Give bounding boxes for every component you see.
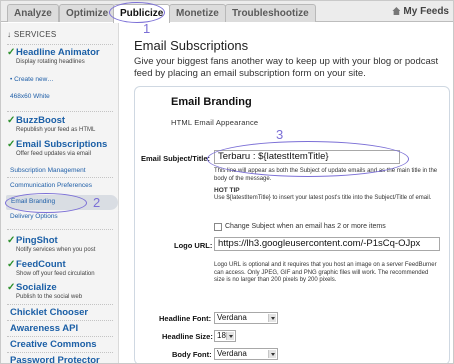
- sidebar-item-awareness-api[interactable]: Awareness API: [10, 323, 78, 334]
- headline-font-select[interactable]: Verdana: [214, 312, 278, 324]
- body-font-label: Body Font:: [172, 350, 212, 359]
- tab-optimize[interactable]: Optimize: [59, 4, 116, 22]
- check-icon: ✓: [7, 235, 16, 246]
- my-feeds-label: My Feeds: [403, 6, 449, 17]
- home-icon: [392, 7, 401, 15]
- annotation-number: 3: [276, 127, 284, 142]
- chevron-down-icon: [268, 314, 276, 322]
- body-font-value: Verdana: [217, 349, 247, 358]
- sidebar-item-sub: Offer feed updates via email: [16, 151, 91, 157]
- sidebar-item-title: Email Subscriptions: [16, 139, 108, 150]
- check-icon: ✓: [7, 259, 16, 270]
- chevron-down-icon: [268, 350, 276, 358]
- sidebar-item-title: BuzzBoost: [16, 115, 66, 126]
- sidebar-item-sub: Notify services when you post: [16, 247, 96, 253]
- size-468-link[interactable]: 468x60 White: [10, 93, 50, 100]
- logo-url-input[interactable]: https://lh3.googleusercontent.com/-P1sCq…: [214, 237, 440, 251]
- annotation-ellipse-publicize: [109, 2, 165, 23]
- intro-text: Give your biggest fans another way to ke…: [134, 56, 439, 79]
- hot-tip-label: HOT TIP: [214, 187, 240, 194]
- communication-preferences-link[interactable]: Communication Preferences: [10, 182, 92, 189]
- annotation-ellipse-subject: [207, 141, 409, 177]
- page-title: Email Subscriptions: [134, 38, 249, 53]
- check-icon: ✓: [7, 115, 16, 126]
- create-new-link[interactable]: • Create new…: [10, 76, 54, 83]
- logo-url-help: Logo URL is optional and it requires tha…: [214, 262, 437, 283]
- sidebar-item-title: PingShot: [16, 235, 58, 246]
- divider: [7, 229, 113, 230]
- my-feeds-link[interactable]: My Feeds: [392, 6, 449, 17]
- sidebar-item-chicklet-chooser[interactable]: Chicklet Chooser: [10, 307, 88, 318]
- check-icon: ✓: [7, 282, 16, 293]
- subscription-management-link[interactable]: Subscription Management: [10, 167, 86, 174]
- delivery-options-link[interactable]: Delivery Options: [10, 213, 58, 220]
- tab-bar: Analyze Optimize Publicize Monetize Trou…: [1, 1, 453, 23]
- logo-url-label: Logo URL:: [174, 241, 213, 250]
- divider: [7, 304, 113, 305]
- body-font-select[interactable]: Verdana: [214, 348, 278, 360]
- sidebar-item-title: Headline Animator: [16, 47, 100, 58]
- change-subject-checkbox[interactable]: [214, 223, 222, 231]
- change-subject-label: Change Subject when an email has 2 or mo…: [225, 223, 386, 230]
- annotation-number: 1: [143, 21, 151, 36]
- sidebar-item-creative-commons[interactable]: Creative Commons: [10, 339, 97, 350]
- divider: [7, 336, 113, 337]
- divider: [7, 177, 113, 178]
- sidebar-item-sub: Republish your feed as HTML: [16, 127, 96, 133]
- tab-monetize[interactable]: Monetize: [169, 4, 226, 22]
- headline-size-value: 18: [217, 331, 226, 340]
- headline-size-label: Headline Size:: [162, 332, 213, 341]
- sidebar-item-title: Socialize: [16, 282, 57, 293]
- annotation-ellipse-email-branding: [5, 193, 87, 213]
- sidebar-item-title: FeedCount: [16, 259, 66, 270]
- sidebar-item-sub: Publish to the social web: [16, 294, 83, 300]
- check-icon: ✓: [7, 139, 16, 150]
- tab-troubleshootize[interactable]: Troubleshootize: [225, 4, 316, 22]
- tab-analyze[interactable]: Analyze: [7, 4, 59, 22]
- headline-font-label: Headline Font:: [159, 314, 212, 323]
- hot-tip-text: Use ${latestItemTitle} to insert your la…: [214, 195, 432, 201]
- headline-font-value: Verdana: [217, 313, 247, 322]
- check-icon: ✓: [7, 47, 16, 58]
- window: Analyze Optimize Publicize Monetize Trou…: [0, 0, 454, 364]
- divider: [7, 352, 113, 353]
- divider: [7, 44, 113, 45]
- subject-label: Email Subject/Title:: [141, 154, 211, 163]
- sidebar-item-sub: Show off your feed circulation: [16, 271, 95, 277]
- services-heading: ↓ SERVICES: [7, 30, 57, 39]
- sidebar-item-sub: Display rotating headlines: [16, 59, 85, 65]
- annotation-number: 2: [93, 195, 101, 210]
- panel-title: Email Branding: [171, 96, 252, 108]
- sidebar-item-password-protector[interactable]: Password Protector: [10, 355, 100, 363]
- divider: [7, 111, 113, 112]
- panel-subtitle: HTML Email Appearance: [171, 118, 259, 127]
- chevron-down-icon: [226, 332, 234, 340]
- headline-size-select[interactable]: 18: [214, 330, 236, 342]
- divider: [7, 320, 113, 321]
